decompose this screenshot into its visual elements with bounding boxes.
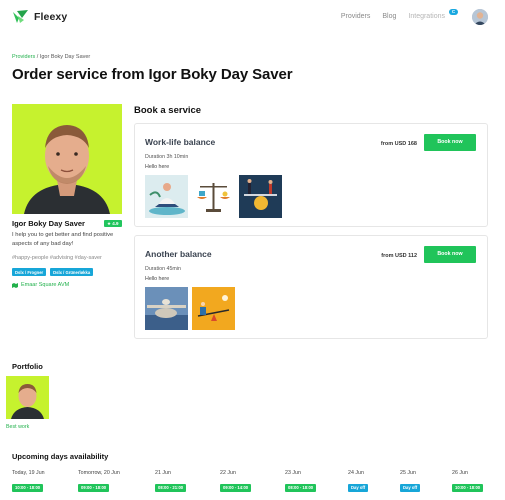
chip-grunerlokka[interactable]: Dslx / Grünerløkka [50, 268, 94, 276]
service-card: Another balance Duration 45min Hello her… [134, 235, 488, 339]
portfolio-item-caption[interactable]: Best work [6, 424, 29, 430]
availability-day: 22 Jun 09:00 - 14:00 [220, 470, 252, 494]
breadcrumb-providers-link[interactable]: Providers [12, 54, 35, 60]
stone-balance-image[interactable] [145, 287, 188, 330]
day-label: 21 Jun [155, 470, 171, 476]
service-description: Hello here [145, 164, 170, 170]
availability-day: 21 Jun 08:00 - 21:00 [155, 470, 187, 494]
nav-link-integrations[interactable]: Integrations [408, 13, 445, 20]
provider-bio: I help you to get better and find positi… [12, 232, 114, 247]
provider-name: Igor Boky Day Saver [12, 219, 85, 228]
service-images [145, 175, 282, 218]
day-label: 23 Jun [285, 470, 301, 476]
rating-badge: ★ 4.9 [104, 220, 122, 227]
book-now-button[interactable]: Book now [424, 246, 476, 263]
service-duration: Duration 3h 10min [145, 154, 189, 160]
time-slot[interactable]: 09:00 - 18:00 [78, 483, 110, 492]
day-label: 26 Jun [452, 470, 468, 476]
day-off-badge: Day off [400, 483, 421, 492]
time-slot[interactable]: 08:00 - 21:00 [155, 483, 187, 492]
service-name[interactable]: Another balance [145, 249, 212, 259]
provider-portrait [12, 104, 122, 214]
service-card: Work-life balance Duration 3h 10min Hell… [134, 123, 488, 227]
leaf-logo-icon [13, 10, 28, 23]
service-price: from USD 168 [380, 141, 417, 147]
coin-balance-image[interactable] [239, 175, 282, 218]
brand-name: Fleexy [34, 10, 68, 23]
availability-day: 25 Jun Day off [400, 470, 421, 494]
day-label: 25 Jun [400, 470, 416, 476]
service-images [145, 287, 235, 330]
time-slot[interactable]: 09:00 - 14:00 [220, 483, 252, 492]
nav-link-providers[interactable]: Providers [341, 13, 371, 20]
location-chips: Dslx / Frogner Dslx / Grünerløkka [12, 268, 94, 276]
service-description: Hello here [145, 276, 170, 282]
time-slot[interactable]: 08:00 - 18:00 [285, 483, 317, 492]
location-label: Emaar Square AVM [21, 282, 70, 288]
integrations-badge: C [449, 9, 458, 15]
scales-image[interactable] [192, 175, 235, 218]
user-avatar-image [472, 9, 488, 25]
availability-day: 23 Jun 08:00 - 18:00 [285, 470, 317, 494]
top-navigation-bar: Fleexy Providers Blog Integrations C [0, 0, 505, 36]
seesaw-image[interactable] [192, 287, 235, 330]
day-label: 24 Jun [348, 470, 364, 476]
portfolio-item-image[interactable] [6, 376, 49, 419]
book-now-button[interactable]: Book now [424, 134, 476, 151]
breadcrumb-current: Igor Boky Day Saver [39, 54, 91, 60]
page-title: Order service from Igor Boky Day Saver [12, 66, 293, 83]
provider-photo [12, 104, 122, 214]
map-icon [12, 282, 18, 288]
availability-day: Today, 19 Jun 10:00 - 18:00 [12, 470, 45, 494]
availability-day: 26 Jun 10:00 - 18:00 [452, 470, 484, 494]
portfolio-heading: Portfolio [12, 362, 43, 371]
rating-value: 4.9 [112, 221, 119, 226]
provider-hashtags: #happy-people #advising #day-saver [12, 255, 102, 261]
day-off-badge: Day off [348, 483, 369, 492]
service-duration: Duration 45min [145, 266, 181, 272]
availability-heading: Upcoming days availability [12, 452, 109, 461]
service-price: from USD 112 [381, 253, 417, 259]
meditation-image[interactable] [145, 175, 188, 218]
brand-logo[interactable]: Fleexy [12, 9, 67, 24]
breadcrumb-separator: / [36, 54, 39, 60]
day-label: 22 Jun [220, 470, 236, 476]
time-slot[interactable]: 10:00 - 18:00 [452, 483, 484, 492]
book-service-heading: Book a service [134, 105, 202, 116]
day-label: Tomorrow, 20 Jun [78, 470, 120, 476]
availability-day: Tomorrow, 20 Jun 09:00 - 18:00 [78, 470, 120, 494]
time-slot[interactable]: 10:00 - 18:00 [12, 483, 44, 492]
availability-day: 24 Jun Day off [348, 470, 369, 494]
breadcrumb: Providers / Igor Boky Day Saver [12, 54, 90, 60]
user-avatar[interactable] [472, 9, 488, 25]
service-name[interactable]: Work-life balance [145, 137, 215, 147]
main-nav: Providers Blog Integrations [341, 13, 445, 20]
provider-location[interactable]: Emaar Square AVM [12, 282, 69, 288]
nav-link-blog[interactable]: Blog [382, 13, 396, 20]
chip-frogner[interactable]: Dslx / Frogner [12, 268, 47, 276]
day-label: Today, 19 Jun [12, 470, 45, 476]
